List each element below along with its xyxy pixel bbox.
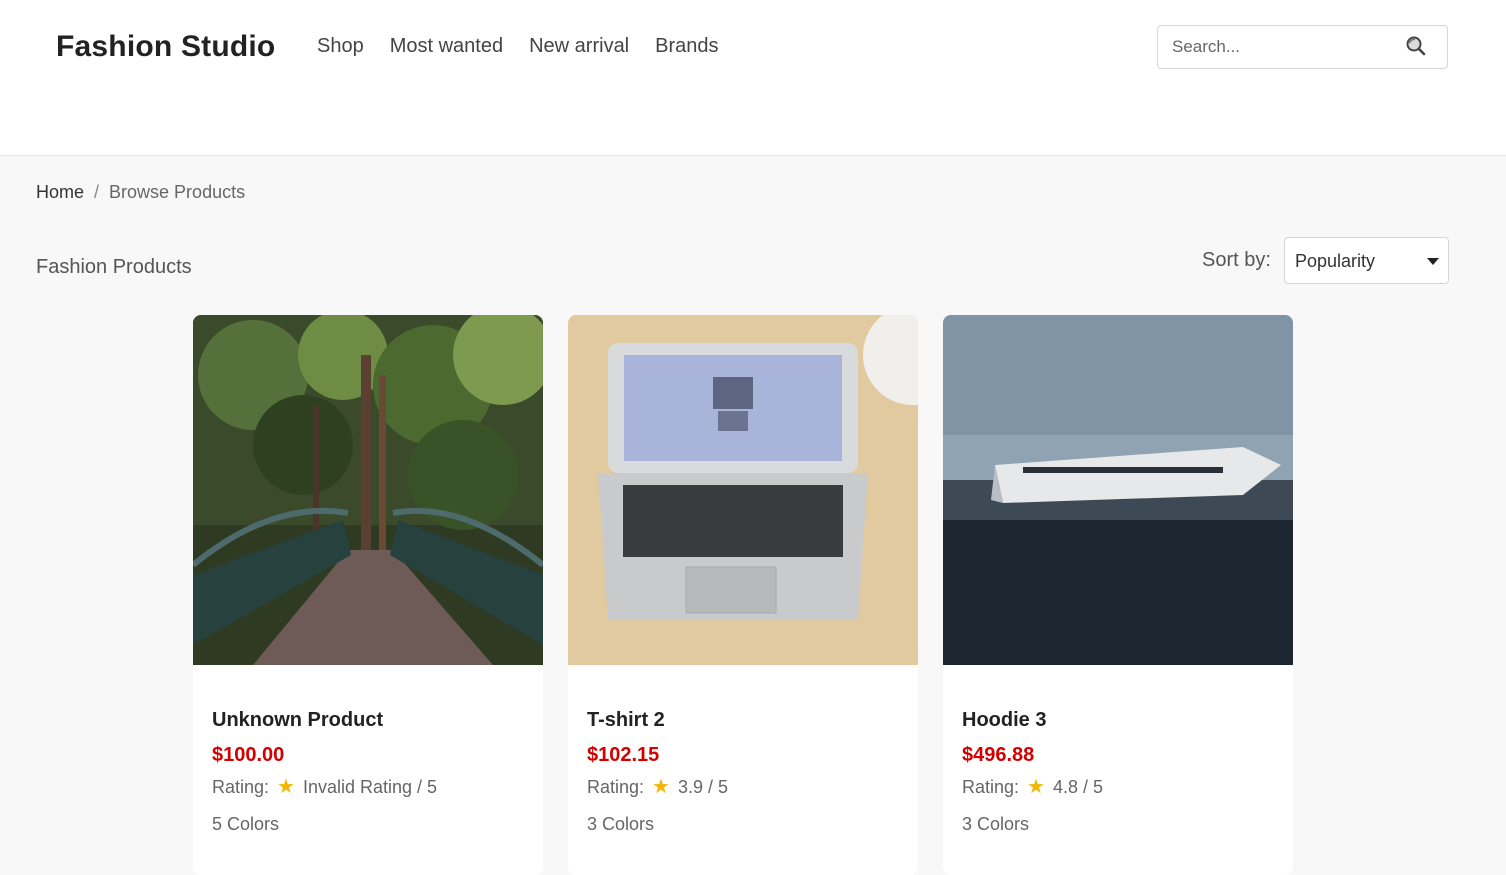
product-card[interactable]: Hoodie 3 $496.88 Rating: ★ 4.8 / 5 3 Col… bbox=[943, 315, 1293, 875]
rating-value: Invalid Rating / 5 bbox=[302, 777, 438, 797]
product-rating: Rating: ★ 4.8 / 5 bbox=[962, 777, 1274, 814]
breadcrumb-home[interactable]: Home bbox=[36, 182, 84, 203]
nav-shop[interactable]: Shop bbox=[317, 35, 364, 58]
rating-value: 3.9 / 5 bbox=[677, 777, 729, 797]
sort-selected-value: Popularity bbox=[1295, 251, 1376, 271]
rating-value: 4.8 / 5 bbox=[1052, 777, 1104, 797]
star-icon: ★ bbox=[652, 776, 670, 798]
product-image-laptop-on-desk[interactable] bbox=[568, 315, 918, 665]
search-input[interactable] bbox=[1172, 26, 1402, 68]
brand-logo[interactable]: Fashion Studio bbox=[56, 30, 275, 64]
product-image-forest-bridge[interactable] bbox=[193, 315, 543, 665]
nav-new-arrival[interactable]: New arrival bbox=[529, 35, 629, 58]
sort-select[interactable]: Popularity bbox=[1284, 237, 1449, 284]
rating-label: Rating: bbox=[962, 777, 1020, 797]
page-title: Fashion Products bbox=[36, 256, 192, 278]
product-rating: Rating: ★ Invalid Rating / 5 bbox=[212, 777, 524, 814]
search-box bbox=[1157, 25, 1448, 69]
product-rating: Rating: ★ 3.9 / 5 bbox=[587, 777, 899, 814]
breadcrumb: Home / Browse Products bbox=[36, 182, 245, 203]
nav-brands[interactable]: Brands bbox=[655, 35, 718, 58]
star-icon: ★ bbox=[277, 776, 295, 798]
rating-label: Rating: bbox=[212, 777, 270, 797]
rating-label: Rating: bbox=[587, 777, 645, 797]
main-nav: Shop Most wanted New arrival Brands bbox=[317, 35, 719, 58]
search-icon[interactable] bbox=[1404, 35, 1428, 59]
sort-label: Sort by: bbox=[1202, 249, 1271, 271]
product-price: $100.00 bbox=[212, 744, 285, 766]
product-card[interactable]: Unknown Product $100.00 Rating: ★ Invali… bbox=[193, 315, 543, 875]
product-name[interactable]: T-shirt 2 bbox=[587, 709, 899, 744]
product-name[interactable]: Unknown Product bbox=[212, 709, 524, 744]
product-price: $102.15 bbox=[587, 744, 660, 766]
chevron-down-icon bbox=[1427, 258, 1439, 265]
product-colors: 3 Colors bbox=[962, 814, 1030, 834]
breadcrumb-current: Browse Products bbox=[109, 182, 246, 202]
product-image-plane-wreck[interactable] bbox=[943, 315, 1293, 665]
breadcrumb-separator: / bbox=[94, 182, 100, 202]
site-header: Fashion Studio Shop Most wanted New arri… bbox=[0, 0, 1506, 156]
nav-most-wanted[interactable]: Most wanted bbox=[390, 35, 503, 58]
product-card[interactable]: T-shirt 2 $102.15 Rating: ★ 3.9 / 5 3 Co… bbox=[568, 315, 918, 875]
product-price: $496.88 bbox=[962, 744, 1035, 766]
star-icon: ★ bbox=[1027, 776, 1045, 798]
product-colors: 3 Colors bbox=[587, 814, 655, 834]
product-name[interactable]: Hoodie 3 bbox=[962, 709, 1274, 744]
product-colors: 5 Colors bbox=[212, 814, 280, 834]
